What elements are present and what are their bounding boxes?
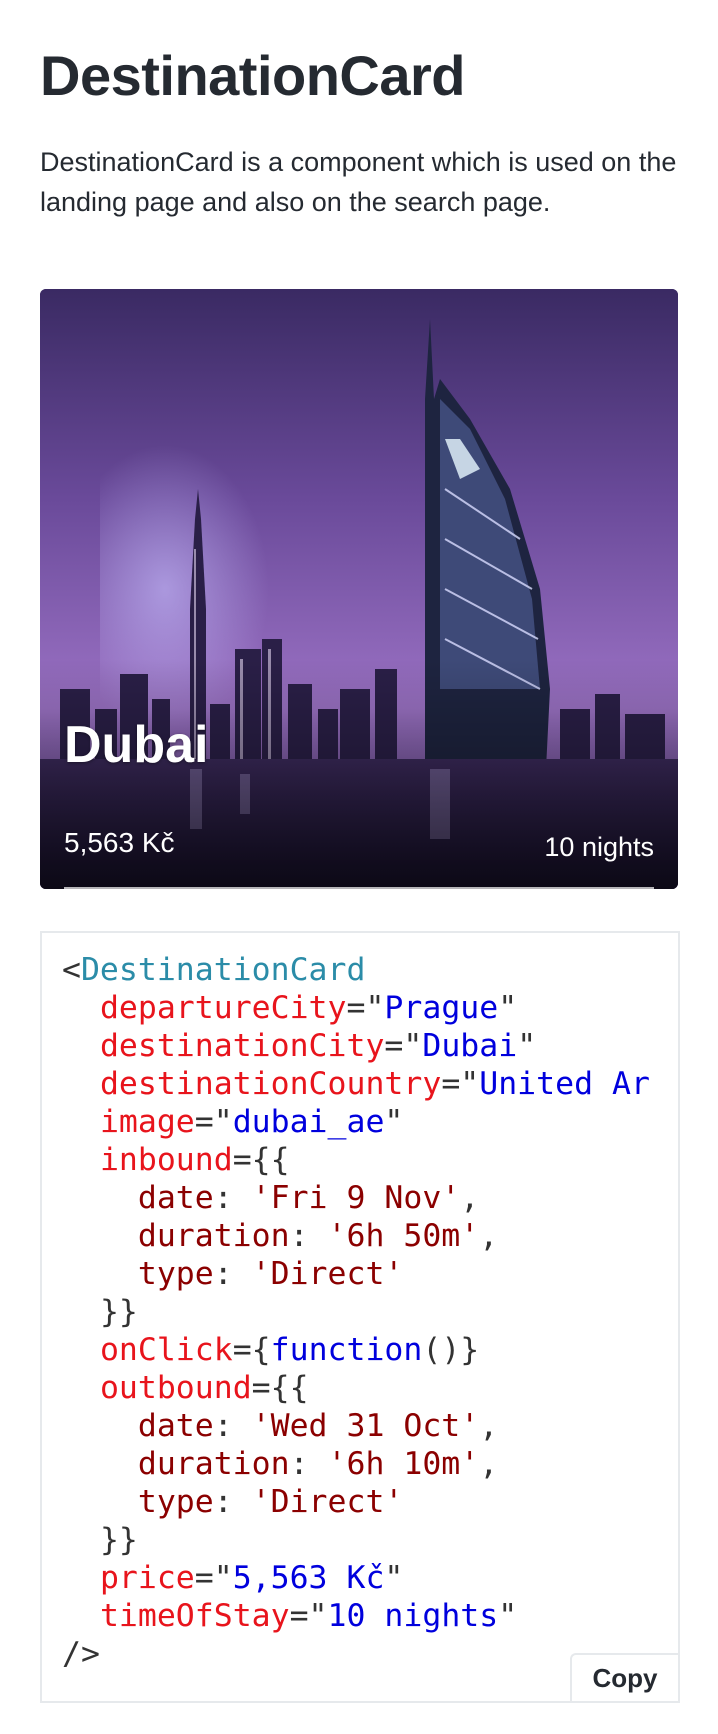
- code-prop-name: outbound: [99, 1370, 252, 1406]
- code-object-value: 'Wed 31 Oct': [251, 1408, 480, 1444]
- code-prop-name: destinationCountry: [99, 1066, 442, 1102]
- code-object-key: type: [137, 1484, 214, 1520]
- code-object-key: duration: [137, 1446, 290, 1482]
- code-prop-value: Dubai: [422, 1028, 518, 1064]
- code-component-name: DestinationCard: [80, 952, 366, 988]
- code-example: <DestinationCard departureCity="Prague" …: [40, 931, 680, 1703]
- code-prop-name: inbound: [99, 1142, 233, 1178]
- destination-card[interactable]: Dubai 5,563 Kč 10 nights: [40, 289, 678, 889]
- code-object-key: date: [137, 1180, 214, 1216]
- code-object-value: '6h 10m': [327, 1446, 480, 1482]
- code-object-value: '6h 50m': [327, 1218, 480, 1254]
- card-bottom-border: [64, 887, 654, 889]
- code-prop-value: United Ar: [479, 1066, 650, 1102]
- code-object-value: 'Fri 9 Nov': [251, 1180, 461, 1216]
- code-prop-value: function: [270, 1332, 423, 1368]
- copy-button[interactable]: Copy: [570, 1653, 678, 1701]
- code-block: <DestinationCard departureCity="Prague" …: [62, 952, 650, 1672]
- page: DestinationCard DestinationCard is a com…: [0, 0, 718, 1703]
- code-prop-value: 5,563 Kč: [232, 1560, 385, 1596]
- code-prop-name: timeOfStay: [99, 1598, 290, 1634]
- page-description: DestinationCard is a component which is …: [40, 147, 677, 217]
- code-object-key: type: [137, 1256, 214, 1292]
- card-destination-city: Dubai: [64, 716, 209, 774]
- code-object-value: 'Direct': [251, 1256, 404, 1292]
- code-object-key: duration: [137, 1218, 290, 1254]
- code-prop-name: onClick: [99, 1332, 233, 1368]
- code-prop-name: price: [99, 1560, 195, 1596]
- card-time-of-stay: 10 nights: [544, 832, 654, 862]
- code-prop-name: departureCity: [99, 990, 347, 1026]
- code-prop-value: 10 nights: [327, 1598, 499, 1634]
- code-prop-value: Prague: [384, 990, 499, 1026]
- code-prop-value: dubai_ae: [232, 1104, 385, 1140]
- page-title: DestinationCard: [40, 44, 466, 107]
- card-price: 5,563 Kč: [64, 827, 175, 858]
- code-prop-name: destinationCity: [99, 1028, 385, 1064]
- code-prop-name: image: [99, 1104, 195, 1140]
- code-object-value: 'Direct': [251, 1484, 404, 1520]
- code-object-key: date: [137, 1408, 214, 1444]
